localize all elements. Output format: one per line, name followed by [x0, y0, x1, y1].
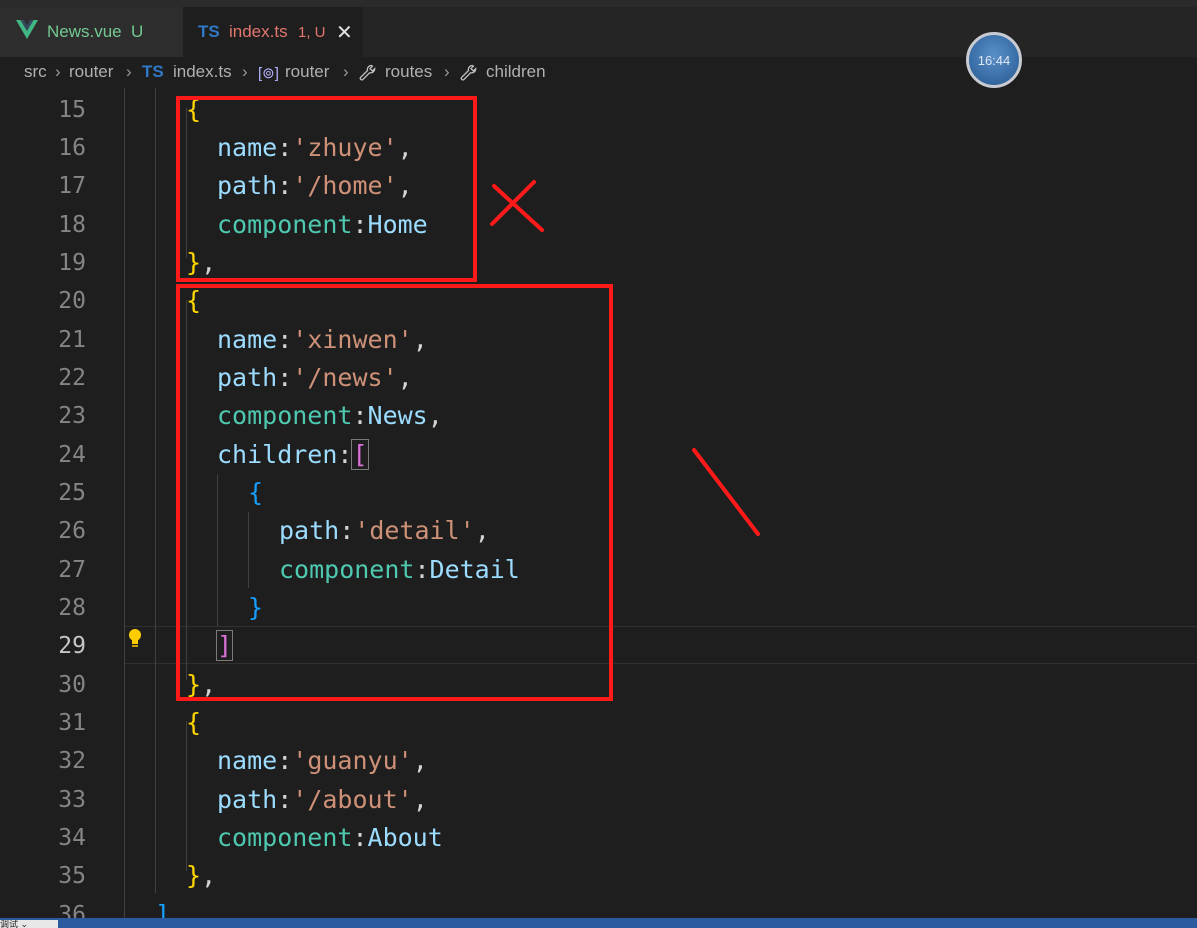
check-mark-icon — [692, 448, 760, 536]
ts-icon: TS — [198, 22, 220, 41]
breadcrumb-item[interactable]: children — [486, 62, 546, 82]
status-bar: 调试 ⌄ — [0, 918, 1197, 928]
vue-icon — [16, 20, 38, 39]
indent-guide — [155, 88, 156, 893]
window-top-strip — [0, 0, 1197, 7]
tab-status: 1, U — [298, 23, 326, 41]
tab-status: U — [131, 22, 144, 41]
line-number: 16 — [58, 135, 86, 161]
line-number: 20 — [58, 288, 86, 314]
line-number: 28 — [58, 595, 86, 621]
code-line: ] — [155, 900, 171, 918]
line-number: 35 — [58, 863, 86, 889]
line-number: 17 — [58, 173, 86, 199]
chevron-right-icon: › — [126, 62, 132, 81]
chevron-right-icon: › — [55, 62, 61, 81]
wrench-icon — [359, 64, 376, 81]
chevron-right-icon: › — [444, 62, 450, 81]
annotation-box-wrong — [176, 96, 477, 282]
line-number: 24 — [58, 442, 86, 468]
indent-guide — [186, 721, 187, 871]
indent-guide — [124, 88, 125, 918]
line-number-current: 29 — [58, 633, 86, 659]
code-line: path:'/about', — [217, 785, 428, 814]
code-line: component:About — [217, 823, 443, 852]
ts-icon: TS — [142, 62, 164, 81]
cross-mark-icon — [490, 180, 544, 232]
line-number: 34 — [58, 825, 86, 851]
line-number: 30 — [58, 672, 86, 698]
chevron-right-icon: › — [242, 62, 248, 81]
line-number: 21 — [58, 327, 86, 353]
tab-news-vue[interactable]: News.vue U — [0, 7, 183, 57]
wrench-icon — [460, 64, 477, 81]
clock-widget: 16:44 — [966, 32, 1022, 88]
annotation-box-right — [176, 284, 613, 701]
line-number: 19 — [58, 250, 86, 276]
breadcrumb-item[interactable]: src — [24, 62, 47, 82]
clock-time: 16:44 — [977, 52, 1011, 68]
line-number: 23 — [58, 403, 86, 429]
code-line: }, — [186, 861, 217, 890]
line-number: 36 — [58, 902, 86, 918]
lightbulb-icon[interactable] — [127, 628, 143, 650]
status-label[interactable]: 调试 ⌄ — [0, 920, 58, 928]
line-number: 25 — [58, 480, 86, 506]
line-number: 15 — [58, 97, 86, 123]
line-number: 27 — [58, 557, 86, 583]
variable-icon: [⊚] — [258, 65, 279, 82]
breadcrumb-item[interactable]: router — [285, 62, 329, 82]
chevron-right-icon: › — [343, 62, 349, 81]
code-line: name:'guanyu', — [217, 746, 428, 775]
code-line: { — [186, 708, 202, 737]
line-number: 26 — [58, 518, 86, 544]
line-number: 32 — [58, 748, 86, 774]
tab-index-ts[interactable]: TS index.ts 1, U ✕ — [183, 7, 363, 57]
tab-label: News.vue — [47, 22, 122, 41]
tab-label: index.ts — [229, 22, 288, 41]
breadcrumb-item[interactable]: routes — [385, 62, 432, 82]
breadcrumb-item[interactable]: router — [69, 62, 113, 82]
line-number: 18 — [58, 212, 86, 238]
line-number: 22 — [58, 365, 86, 391]
line-number: 33 — [58, 787, 86, 813]
breadcrumb-item[interactable]: index.ts — [173, 62, 232, 82]
line-number: 31 — [58, 710, 86, 736]
close-icon[interactable]: ✕ — [336, 20, 353, 45]
